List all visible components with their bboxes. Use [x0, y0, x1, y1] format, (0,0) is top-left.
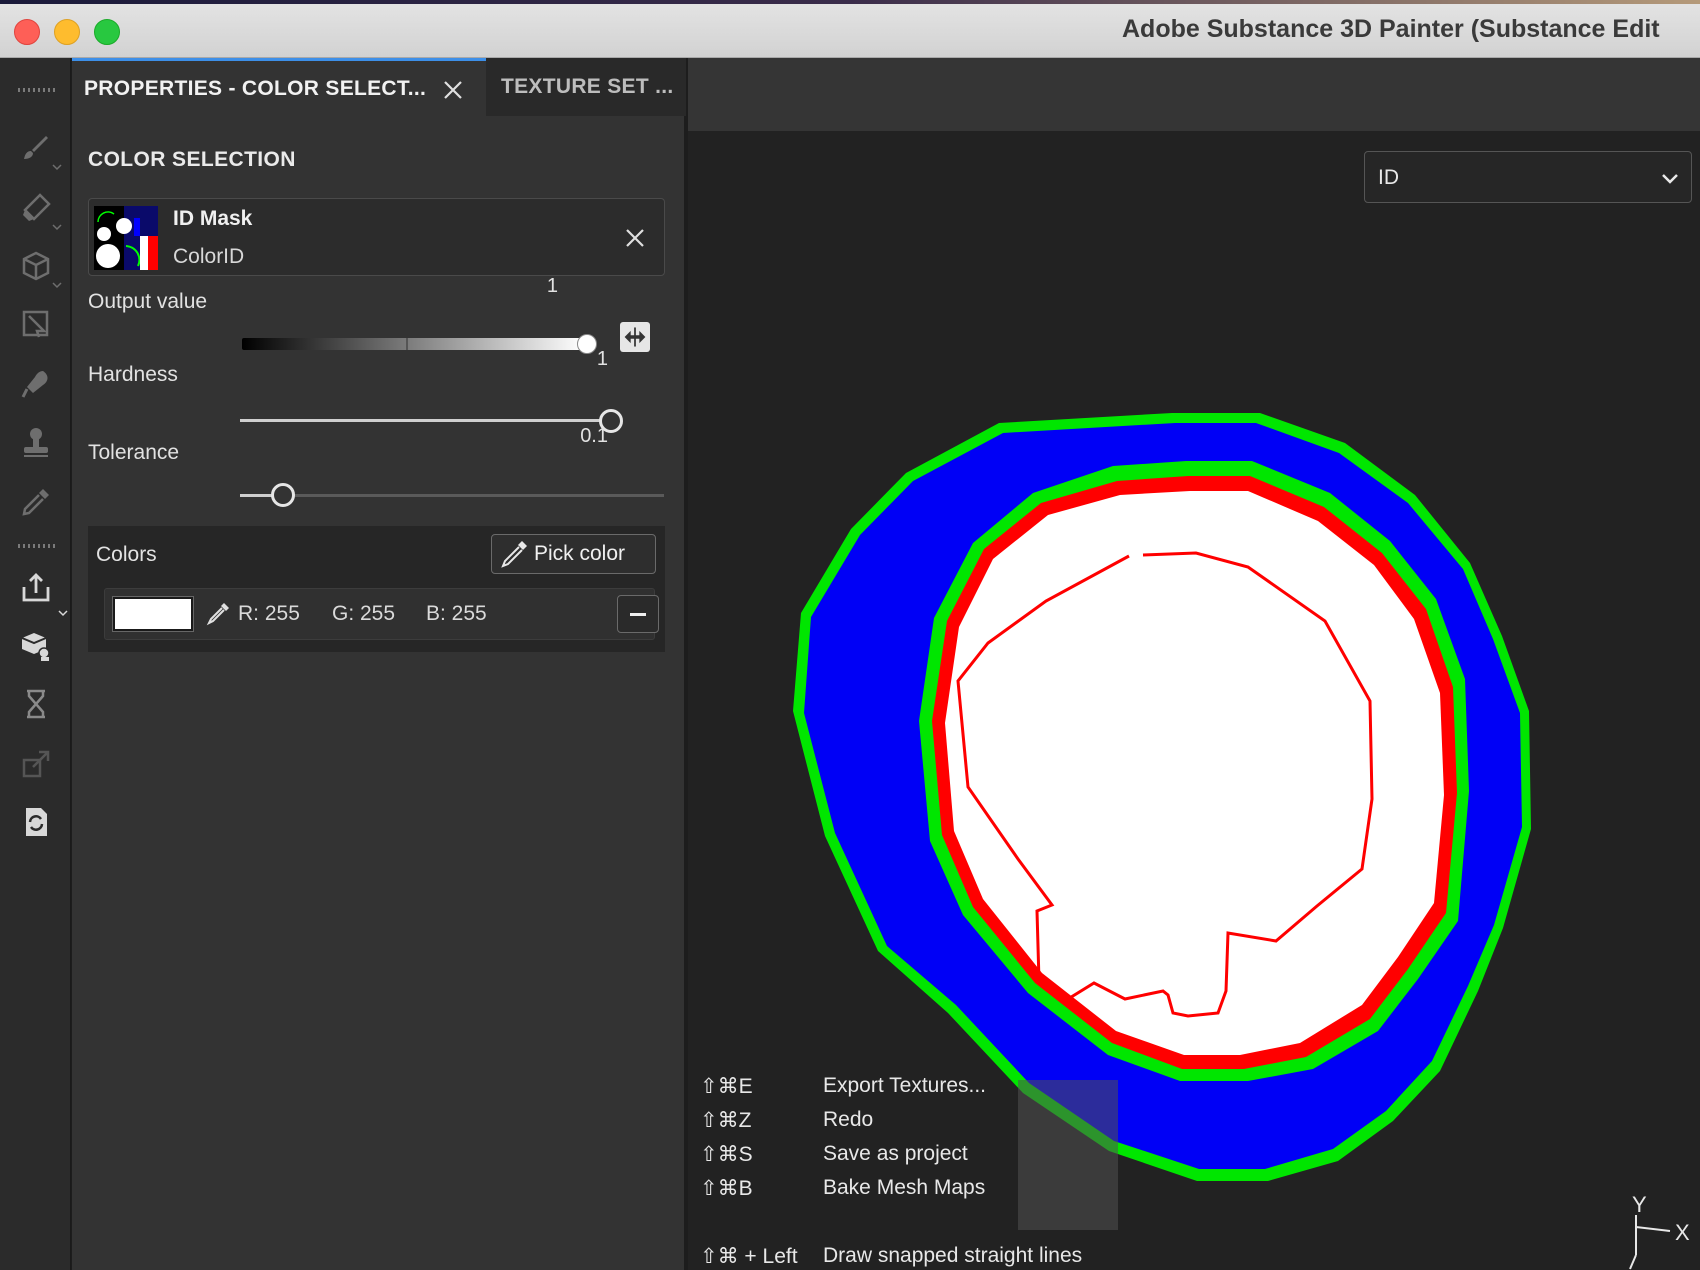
- bake-icon[interactable]: [14, 624, 58, 668]
- tolerance-label: Tolerance: [88, 441, 180, 464]
- colors-section: Colors Pick color R: 255 G: 255 B: 255: [88, 526, 665, 652]
- remove-mask-icon[interactable]: [624, 227, 646, 249]
- toolbar-grip-2[interactable]: [18, 544, 58, 548]
- output-value-readout: 1: [546, 275, 558, 297]
- y-axis-label: Y: [1632, 1195, 1647, 1217]
- x-axis-label: X: [1675, 1220, 1690, 1245]
- pick-color-label: Pick color: [534, 542, 626, 565]
- clone-stamp-icon[interactable]: [14, 420, 58, 464]
- viewport-header: [688, 58, 1700, 131]
- red-value: R: 255: [238, 602, 300, 625]
- tolerance-readout: 0.1: [580, 425, 608, 447]
- shortcut-keys: ⇧⌘S: [700, 1143, 753, 1166]
- axis-gizmo: Y X: [1629, 1195, 1690, 1270]
- minus-icon: [630, 613, 646, 616]
- pick-color-button[interactable]: Pick color: [491, 534, 656, 574]
- shortcut-action: Bake Mesh Maps: [823, 1176, 986, 1199]
- sync-icon[interactable]: [14, 800, 58, 844]
- projection-cube-icon[interactable]: [14, 244, 62, 289]
- shortcut-action: Export Textures...: [823, 1074, 987, 1097]
- export-icon[interactable]: [14, 566, 68, 617]
- id-mask-thumbnail: [94, 206, 158, 270]
- invert-output-button[interactable]: [620, 322, 650, 352]
- output-value-slider-track[interactable]: [242, 338, 584, 350]
- shortcut-keys: ⇧⌘ + Left: [700, 1245, 798, 1268]
- output-value-slider-tick: [406, 338, 408, 350]
- color-swatch[interactable]: [112, 596, 194, 632]
- polygon-fill-icon[interactable]: [14, 302, 58, 346]
- tolerance-slider-handle[interactable]: [271, 483, 295, 507]
- color-picker-icon[interactable]: [14, 480, 58, 524]
- output-value-label: Output value: [88, 290, 208, 313]
- properties-panel: PROPERTIES - COLOR SELECT... TEXTURE SET…: [72, 58, 686, 1270]
- eyedropper-icon[interactable]: [205, 601, 231, 627]
- desktop-strip: [0, 0, 1700, 4]
- chevron-down-icon: [1662, 174, 1678, 184]
- mask-source: ColorID: [173, 245, 245, 268]
- color-entry-row: R: 255 G: 255 B: 255: [104, 588, 659, 640]
- channel-dropdown-value: ID: [1378, 166, 1399, 189]
- mesh-id-preview: [793, 413, 1531, 1181]
- eyedropper-icon: [501, 541, 527, 568]
- colors-label: Colors: [96, 543, 157, 566]
- resize-icon[interactable]: [14, 742, 58, 786]
- title-bar: Adobe Substance 3D Painter (Substance Ed…: [0, 0, 1700, 58]
- toolbar-grip[interactable]: [18, 88, 58, 92]
- smudge-icon[interactable]: [14, 362, 58, 406]
- hardness-label: Hardness: [88, 363, 178, 386]
- id-mask-card[interactable]: ID Mask ColorID: [88, 198, 665, 276]
- tab-label: PROPERTIES - COLOR SELECT...: [84, 76, 427, 100]
- eraser-icon[interactable]: [14, 186, 62, 231]
- tool-bar: [0, 58, 71, 1270]
- shortcut-overlay-backdrop: [1018, 1080, 1118, 1230]
- tab-label: TEXTURE SET ...: [501, 75, 674, 98]
- remove-color-button[interactable]: [617, 595, 659, 633]
- minimize-window-button[interactable]: [54, 19, 80, 45]
- shortcut-keys: ⇧⌘B: [700, 1177, 753, 1200]
- paint-brush-icon[interactable]: [14, 126, 62, 171]
- tab-properties-color-selection[interactable]: PROPERTIES - COLOR SELECT...: [72, 58, 486, 116]
- blue-value: B: 255: [426, 602, 487, 625]
- shortcut-action: Save as project: [823, 1142, 968, 1165]
- channel-dropdown[interactable]: ID: [1364, 151, 1692, 203]
- history-icon[interactable]: [14, 682, 58, 726]
- close-window-button[interactable]: [14, 19, 40, 45]
- window-title: Adobe Substance 3D Painter (Substance Ed…: [1122, 15, 1660, 43]
- tab-texture-set[interactable]: TEXTURE SET ...: [486, 58, 686, 116]
- section-title: COLOR SELECTION: [88, 148, 296, 171]
- shortcut-action: Draw snapped straight lines: [823, 1244, 1083, 1267]
- shortcut-keys: ⇧⌘E: [700, 1075, 753, 1098]
- hardness-slider-fill: [240, 419, 610, 422]
- shortcut-keys: ⇧⌘Z: [700, 1109, 752, 1132]
- mask-name: ID Mask: [173, 207, 253, 230]
- shortcut-action: Redo: [823, 1108, 874, 1131]
- green-value: G: 255: [332, 602, 396, 625]
- panel-tab-bar: PROPERTIES - COLOR SELECT... TEXTURE SET…: [72, 58, 686, 116]
- hardness-readout: 1: [596, 348, 608, 370]
- close-icon[interactable]: [442, 79, 464, 101]
- swap-arrows-icon: [624, 327, 646, 347]
- tolerance-slider-track[interactable]: [240, 494, 664, 497]
- zoom-window-button[interactable]: [94, 19, 120, 45]
